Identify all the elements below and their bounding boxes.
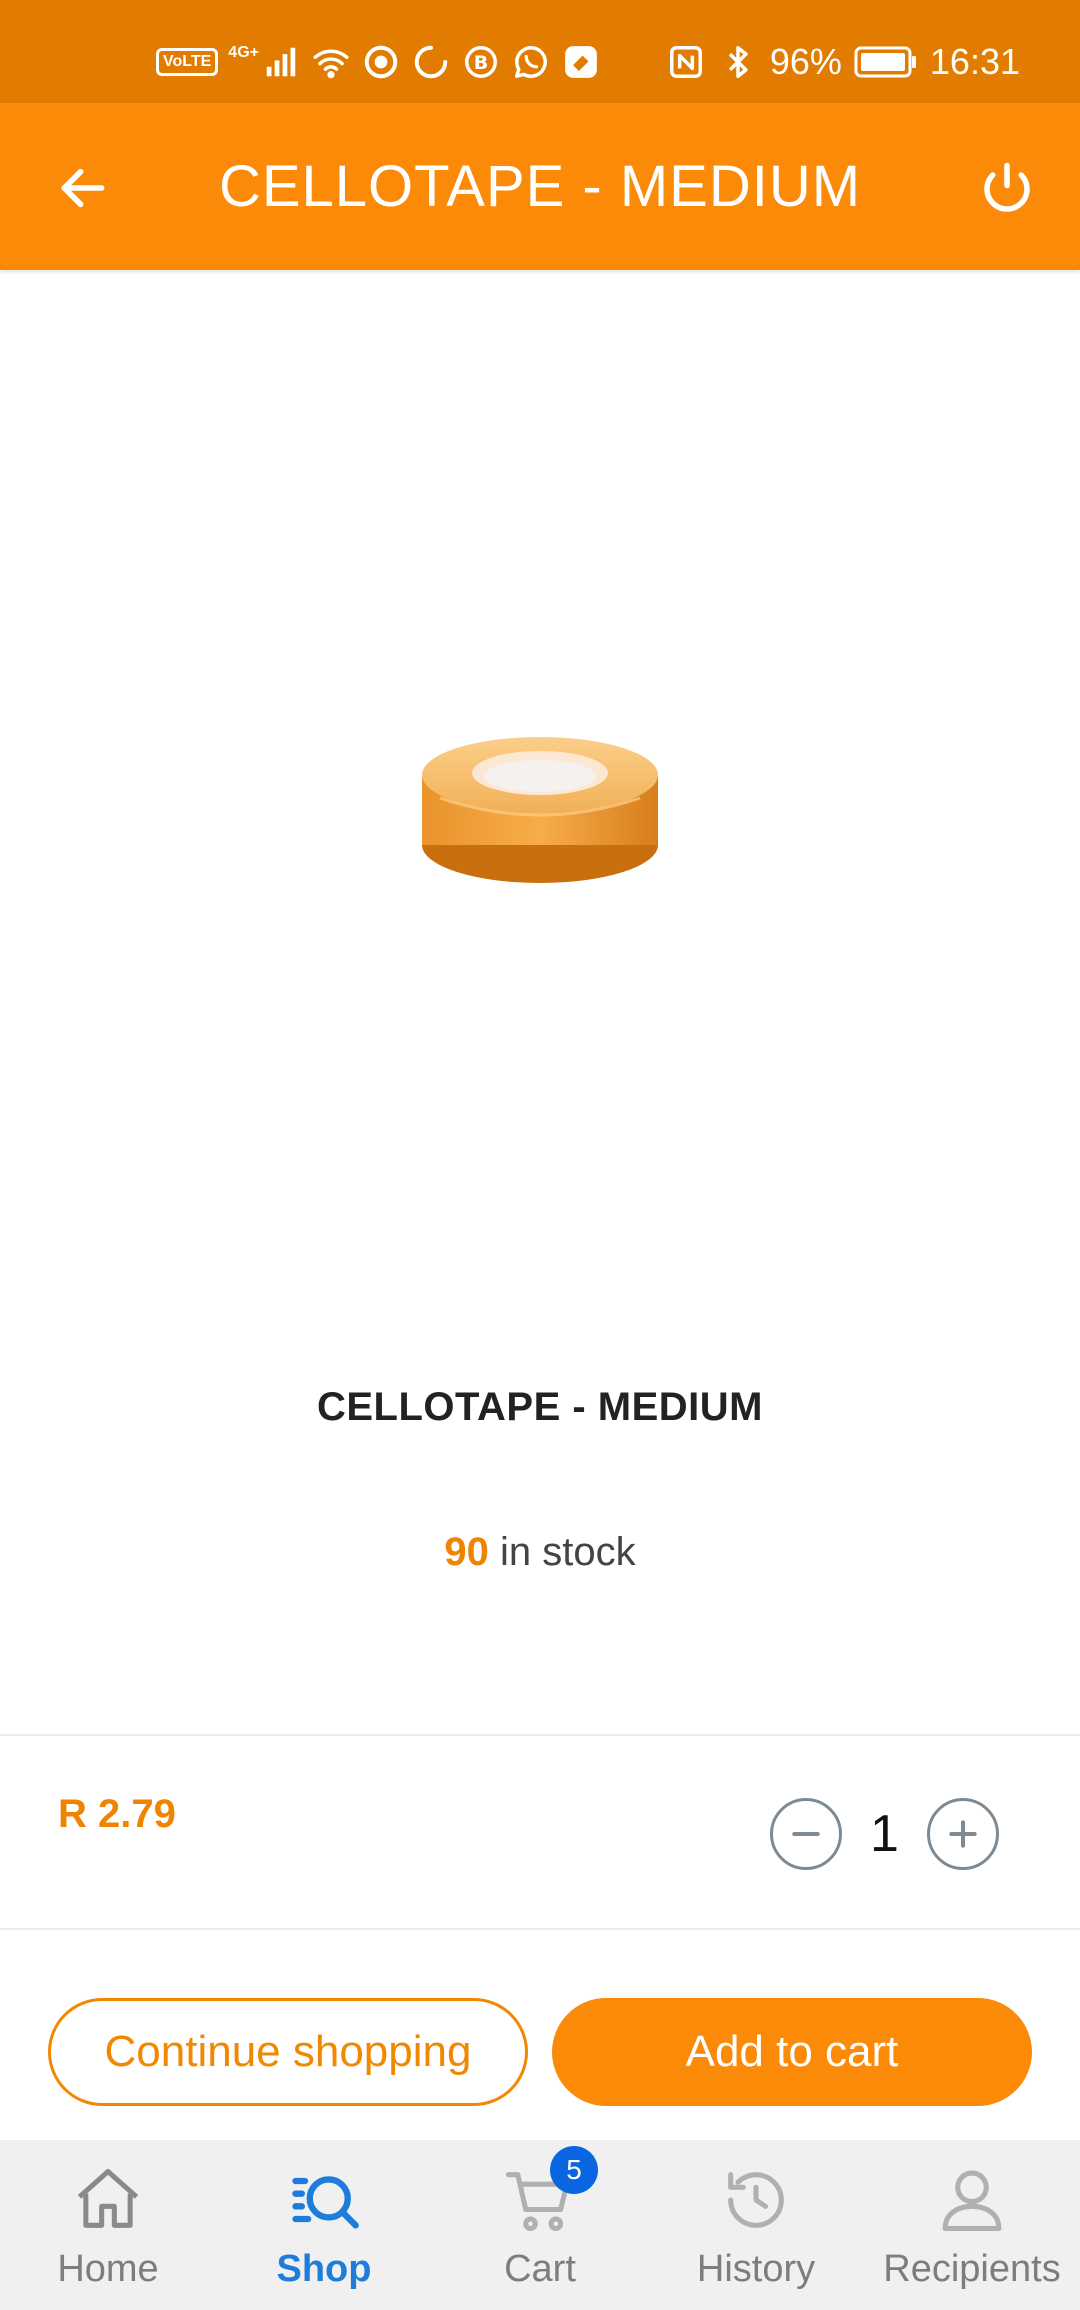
cellotape-roll-image xyxy=(422,737,658,883)
b-icon: B xyxy=(461,42,501,82)
arrow-left-icon xyxy=(61,168,105,208)
status-left-icons: VoLTE 4G+ B xyxy=(156,38,601,86)
nav-label-cart: Cart xyxy=(504,2248,576,2290)
add-to-cart-button[interactable]: Add to cart xyxy=(552,1998,1032,2106)
status-right-icons: 96% 16:31 xyxy=(666,38,1020,86)
product-price: R 2.79 xyxy=(58,1792,176,1836)
media-icon xyxy=(361,42,401,82)
bluetooth-icon xyxy=(718,42,758,82)
logout-button[interactable] xyxy=(972,153,1042,223)
signal-icon xyxy=(261,42,301,82)
nav-item-home[interactable]: Home xyxy=(0,2140,216,2310)
bottom-nav: Home Shop 5 Cart History Recipients xyxy=(0,2140,1080,2310)
battery-icon xyxy=(854,45,918,79)
nfc-icon xyxy=(666,42,706,82)
minus-icon xyxy=(792,1832,820,1836)
quantity-value: 1 xyxy=(870,1805,899,1863)
product-image xyxy=(410,720,670,890)
home-icon xyxy=(68,2160,148,2240)
nav-label-history: History xyxy=(696,2248,816,2290)
nav-item-recipients[interactable]: Recipients xyxy=(864,2140,1080,2310)
cart-count-badge: 5 xyxy=(550,2146,598,2194)
svg-text:B: B xyxy=(474,52,488,74)
divider xyxy=(0,1928,1080,1930)
stock-info: 90 in stock xyxy=(0,1530,1080,1575)
app-bar: CELLOTAPE - MEDIUM xyxy=(0,103,1080,270)
product-name: CELLOTAPE - MEDIUM xyxy=(316,1385,763,1429)
loading-icon xyxy=(411,42,451,82)
battery-percent: 96% xyxy=(769,41,842,82)
shop-search-icon xyxy=(284,2160,364,2240)
continue-shopping-button[interactable]: Continue shopping xyxy=(48,1998,528,2106)
status-bar: VoLTE 4G+ B 96% 16:31 xyxy=(0,0,1080,103)
divider xyxy=(0,1734,1080,1736)
nav-item-shop[interactable]: Shop xyxy=(216,2140,432,2310)
history-icon xyxy=(716,2160,796,2240)
nav-label-shop: Shop xyxy=(276,2248,372,2290)
nav-label-home: Home xyxy=(57,2248,159,2290)
product-detail-screen: VoLTE 4G+ B 96% 16:31 CELLOTAPE - MEDIUM… xyxy=(0,0,1080,2310)
wifi-icon xyxy=(311,42,351,82)
volte-icon: VoLTE xyxy=(156,48,219,76)
quantity-stepper: 1 xyxy=(770,1798,999,1870)
increase-quantity-button[interactable] xyxy=(927,1798,999,1870)
clock: 16:31 xyxy=(929,41,1020,82)
page-title: CELLOTAPE - MEDIUM xyxy=(218,154,862,219)
back-button[interactable] xyxy=(48,153,118,223)
decrease-quantity-button[interactable] xyxy=(770,1798,842,1870)
nav-label-recipients: Recipients xyxy=(883,2248,1061,2290)
app-icon xyxy=(561,42,601,82)
plus-icon xyxy=(949,1820,977,1848)
stock-count: 90 xyxy=(444,1530,489,1574)
stock-label: in stock xyxy=(488,1530,636,1574)
signal-label: 4G+ xyxy=(228,44,259,61)
whatsapp-icon xyxy=(511,42,551,82)
nav-item-history[interactable]: History xyxy=(648,2140,864,2310)
power-icon xyxy=(984,162,1030,212)
nav-item-cart[interactable]: 5 Cart xyxy=(432,2140,648,2310)
person-icon xyxy=(932,2160,1012,2240)
